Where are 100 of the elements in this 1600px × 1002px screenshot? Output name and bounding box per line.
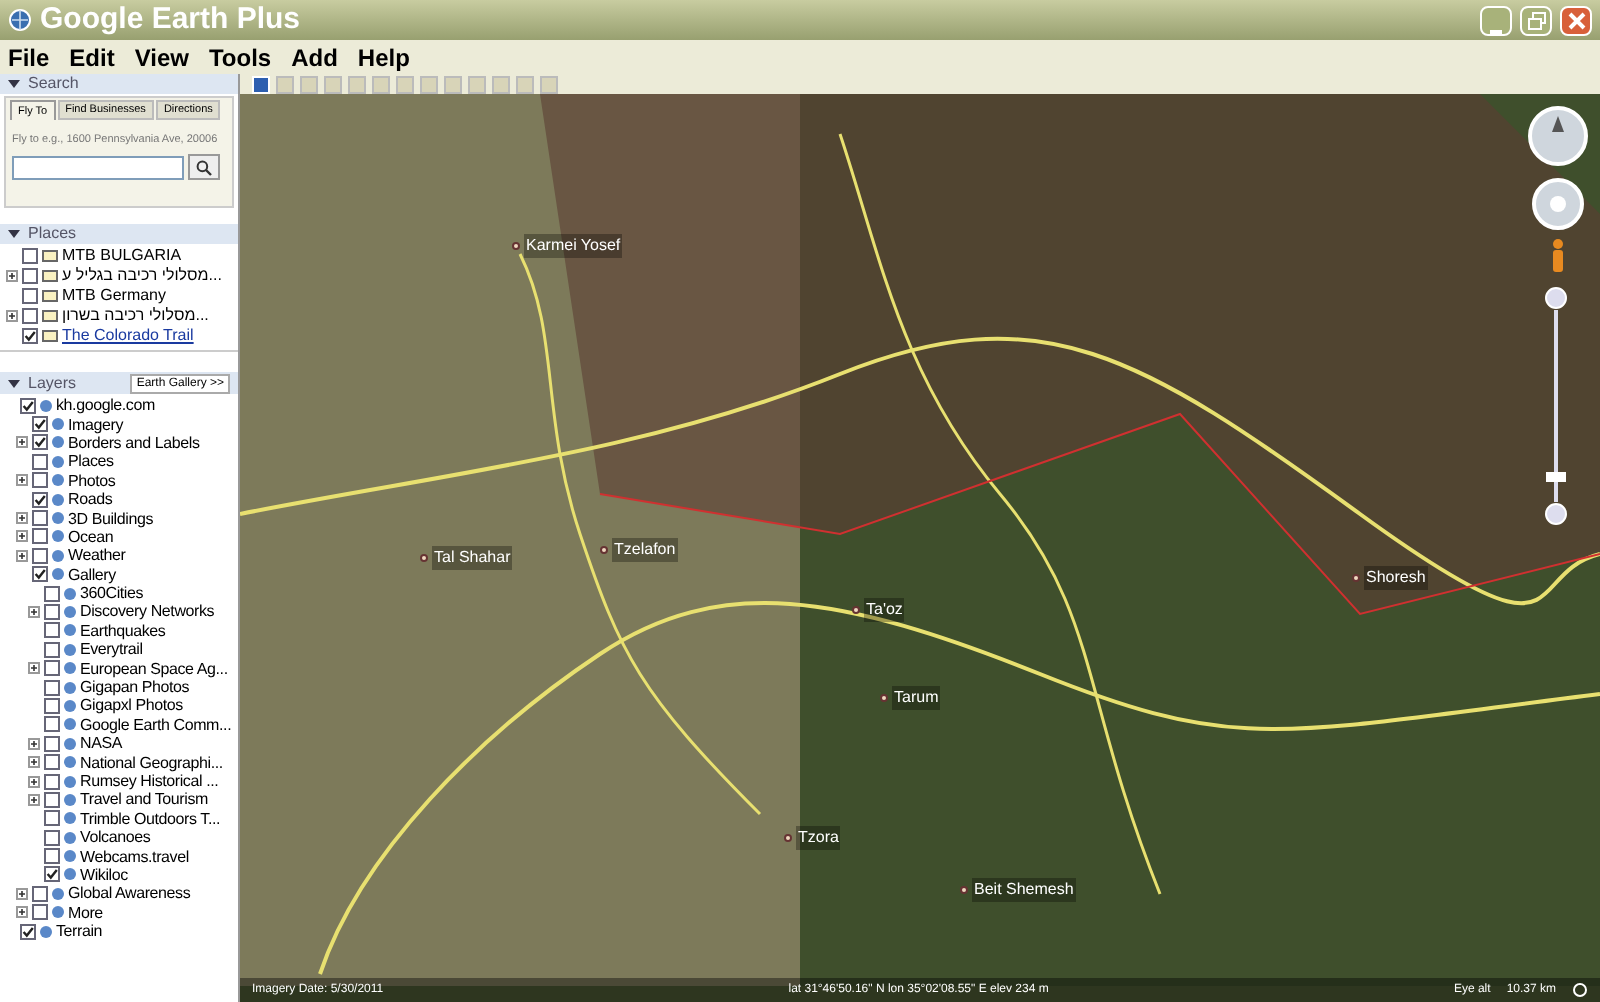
collapse-icon bbox=[8, 230, 20, 238]
layer-label[interactable]: National Geographi... bbox=[80, 753, 223, 772]
layer-label[interactable]: Everytrail bbox=[80, 640, 143, 659]
checkbox[interactable] bbox=[22, 308, 38, 324]
expand-icon[interactable] bbox=[28, 775, 40, 787]
menu-item[interactable]: File bbox=[8, 39, 50, 75]
place-label[interactable]: מסלולי רכיבה בגליל ע... bbox=[62, 264, 222, 288]
layer-label[interactable]: Volcanoes bbox=[80, 828, 151, 847]
layer-label[interactable]: Earthquakes bbox=[80, 621, 166, 640]
checkbox[interactable] bbox=[44, 660, 60, 677]
place-label[interactable]: MTB BULGARIA bbox=[62, 244, 182, 268]
layer-label[interactable]: 360Cities bbox=[80, 584, 144, 603]
search-button[interactable] bbox=[188, 154, 220, 181]
menu-item[interactable]: Tools bbox=[208, 39, 272, 75]
expand-icon[interactable] bbox=[16, 887, 28, 900]
checkbox[interactable] bbox=[44, 773, 60, 789]
expand-icon[interactable] bbox=[28, 662, 40, 675]
menu-item[interactable]: Help bbox=[357, 39, 410, 75]
checkbox[interactable] bbox=[44, 810, 60, 827]
place-label[interactable]: מסלולי רכיבה בשרון... bbox=[62, 304, 209, 328]
layer-label[interactable]: Global Awareness bbox=[68, 884, 191, 903]
search-field[interactable] bbox=[12, 155, 184, 180]
layer-label[interactable]: Google Earth Comm... bbox=[80, 715, 232, 734]
checkbox[interactable] bbox=[32, 566, 48, 583]
layer-label[interactable]: Gigapan Photos bbox=[80, 678, 190, 697]
checkbox[interactable] bbox=[44, 679, 60, 696]
checkbox[interactable] bbox=[44, 622, 60, 639]
checkbox[interactable] bbox=[44, 603, 60, 620]
menu-item[interactable]: Add bbox=[291, 39, 338, 75]
menu-item[interactable]: Edit bbox=[69, 39, 115, 75]
layer-label[interactable]: NASA bbox=[80, 734, 122, 753]
checkbox[interactable] bbox=[22, 268, 38, 284]
expand-icon[interactable] bbox=[28, 793, 40, 806]
layer-label[interactable]: Places bbox=[68, 452, 114, 471]
expand-icon[interactable] bbox=[16, 436, 28, 449]
expand-icon[interactable] bbox=[28, 737, 40, 750]
expand-icon[interactable] bbox=[28, 605, 40, 618]
layer-label[interactable]: 3D Buildings bbox=[68, 509, 154, 528]
checkbox[interactable] bbox=[32, 472, 48, 489]
checkbox[interactable] bbox=[44, 791, 60, 808]
expand-icon[interactable] bbox=[16, 530, 28, 543]
zoom-slider-thumb[interactable] bbox=[1546, 472, 1566, 483]
place-marker-icon bbox=[960, 886, 968, 894]
checkbox[interactable] bbox=[32, 528, 48, 545]
expand-icon[interactable] bbox=[16, 512, 28, 525]
compass-control[interactable] bbox=[1528, 106, 1588, 166]
expand-icon[interactable] bbox=[6, 310, 18, 322]
checkbox[interactable] bbox=[32, 510, 48, 527]
checkbox[interactable] bbox=[44, 848, 60, 865]
layer-label[interactable]: Gigapxl Photos bbox=[80, 696, 183, 715]
close-button[interactable] bbox=[1560, 5, 1592, 35]
checkbox[interactable] bbox=[32, 453, 48, 470]
layer-label[interactable]: Photos bbox=[68, 471, 116, 490]
place-link[interactable]: The Colorado Trail bbox=[62, 324, 194, 348]
expand-icon[interactable] bbox=[16, 474, 28, 487]
collapse-icon bbox=[8, 379, 20, 387]
place-name: Tarum bbox=[892, 686, 941, 710]
layer-label[interactable]: Discovery Networks bbox=[80, 602, 215, 621]
layer-label[interactable]: Terrain bbox=[56, 922, 103, 941]
checkbox[interactable] bbox=[20, 923, 36, 940]
checkbox[interactable] bbox=[44, 829, 60, 846]
checkbox[interactable] bbox=[32, 904, 48, 921]
place-name: Tzelafon bbox=[612, 538, 678, 562]
checkbox[interactable] bbox=[32, 547, 48, 564]
checkbox[interactable] bbox=[32, 885, 48, 902]
layer-label[interactable]: Roads bbox=[68, 490, 113, 509]
checkbox[interactable] bbox=[20, 397, 36, 414]
expand-icon[interactable] bbox=[16, 906, 28, 919]
checkbox[interactable] bbox=[22, 288, 38, 304]
window-title: Google Earth Plus bbox=[40, 0, 303, 40]
expand-icon[interactable] bbox=[6, 270, 18, 282]
layer-label[interactable]: Weather bbox=[68, 546, 126, 565]
menu-item[interactable]: View bbox=[134, 39, 189, 75]
checkbox[interactable] bbox=[44, 641, 60, 658]
close-icon bbox=[1567, 11, 1585, 29]
checkbox[interactable] bbox=[22, 248, 38, 264]
expand-icon[interactable] bbox=[28, 756, 40, 769]
expand-icon[interactable] bbox=[16, 549, 28, 562]
checkbox[interactable] bbox=[32, 416, 48, 433]
layer-label[interactable]: Gallery bbox=[68, 565, 116, 584]
person-icon[interactable] bbox=[1548, 238, 1568, 274]
checkbox[interactable] bbox=[44, 585, 60, 602]
checkbox[interactable] bbox=[22, 328, 38, 344]
layer-label[interactable]: European Space Ag... bbox=[80, 659, 228, 678]
checkbox[interactable] bbox=[44, 754, 60, 771]
place-label[interactable]: MTB Germany bbox=[62, 284, 167, 308]
layer-label[interactable]: Webcams.travel bbox=[80, 847, 189, 866]
checkbox[interactable] bbox=[44, 697, 60, 714]
layer-label[interactable]: Imagery bbox=[68, 415, 123, 434]
layer-label[interactable]: kh.google.com bbox=[56, 396, 155, 415]
layer-label[interactable]: Borders and Labels bbox=[68, 433, 200, 452]
checkbox[interactable] bbox=[44, 866, 60, 883]
checkbox[interactable] bbox=[44, 716, 60, 733]
checkbox[interactable] bbox=[32, 434, 48, 451]
layer-label[interactable]: Trimble Outdoors T... bbox=[80, 809, 221, 828]
layer-label[interactable]: Rumsey Historical ... bbox=[80, 772, 219, 790]
checkbox[interactable] bbox=[44, 735, 60, 752]
layer-label[interactable]: Travel and Tourism bbox=[80, 790, 208, 809]
layer-label[interactable]: More bbox=[68, 903, 103, 922]
checkbox[interactable] bbox=[32, 491, 48, 508]
